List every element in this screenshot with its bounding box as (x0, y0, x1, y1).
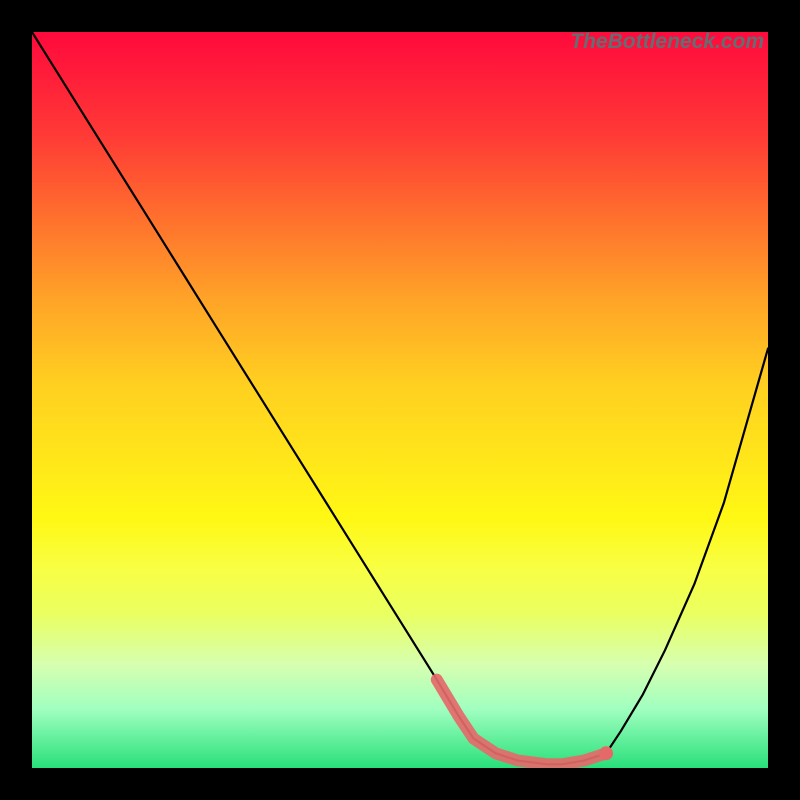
bottleneck-curve (32, 32, 768, 764)
gradient-plot (32, 32, 768, 768)
highlight-band (437, 680, 606, 765)
chart-svg (32, 32, 768, 768)
attribution-label: TheBottleneck.com (570, 30, 764, 54)
highlight-marker (599, 746, 613, 760)
